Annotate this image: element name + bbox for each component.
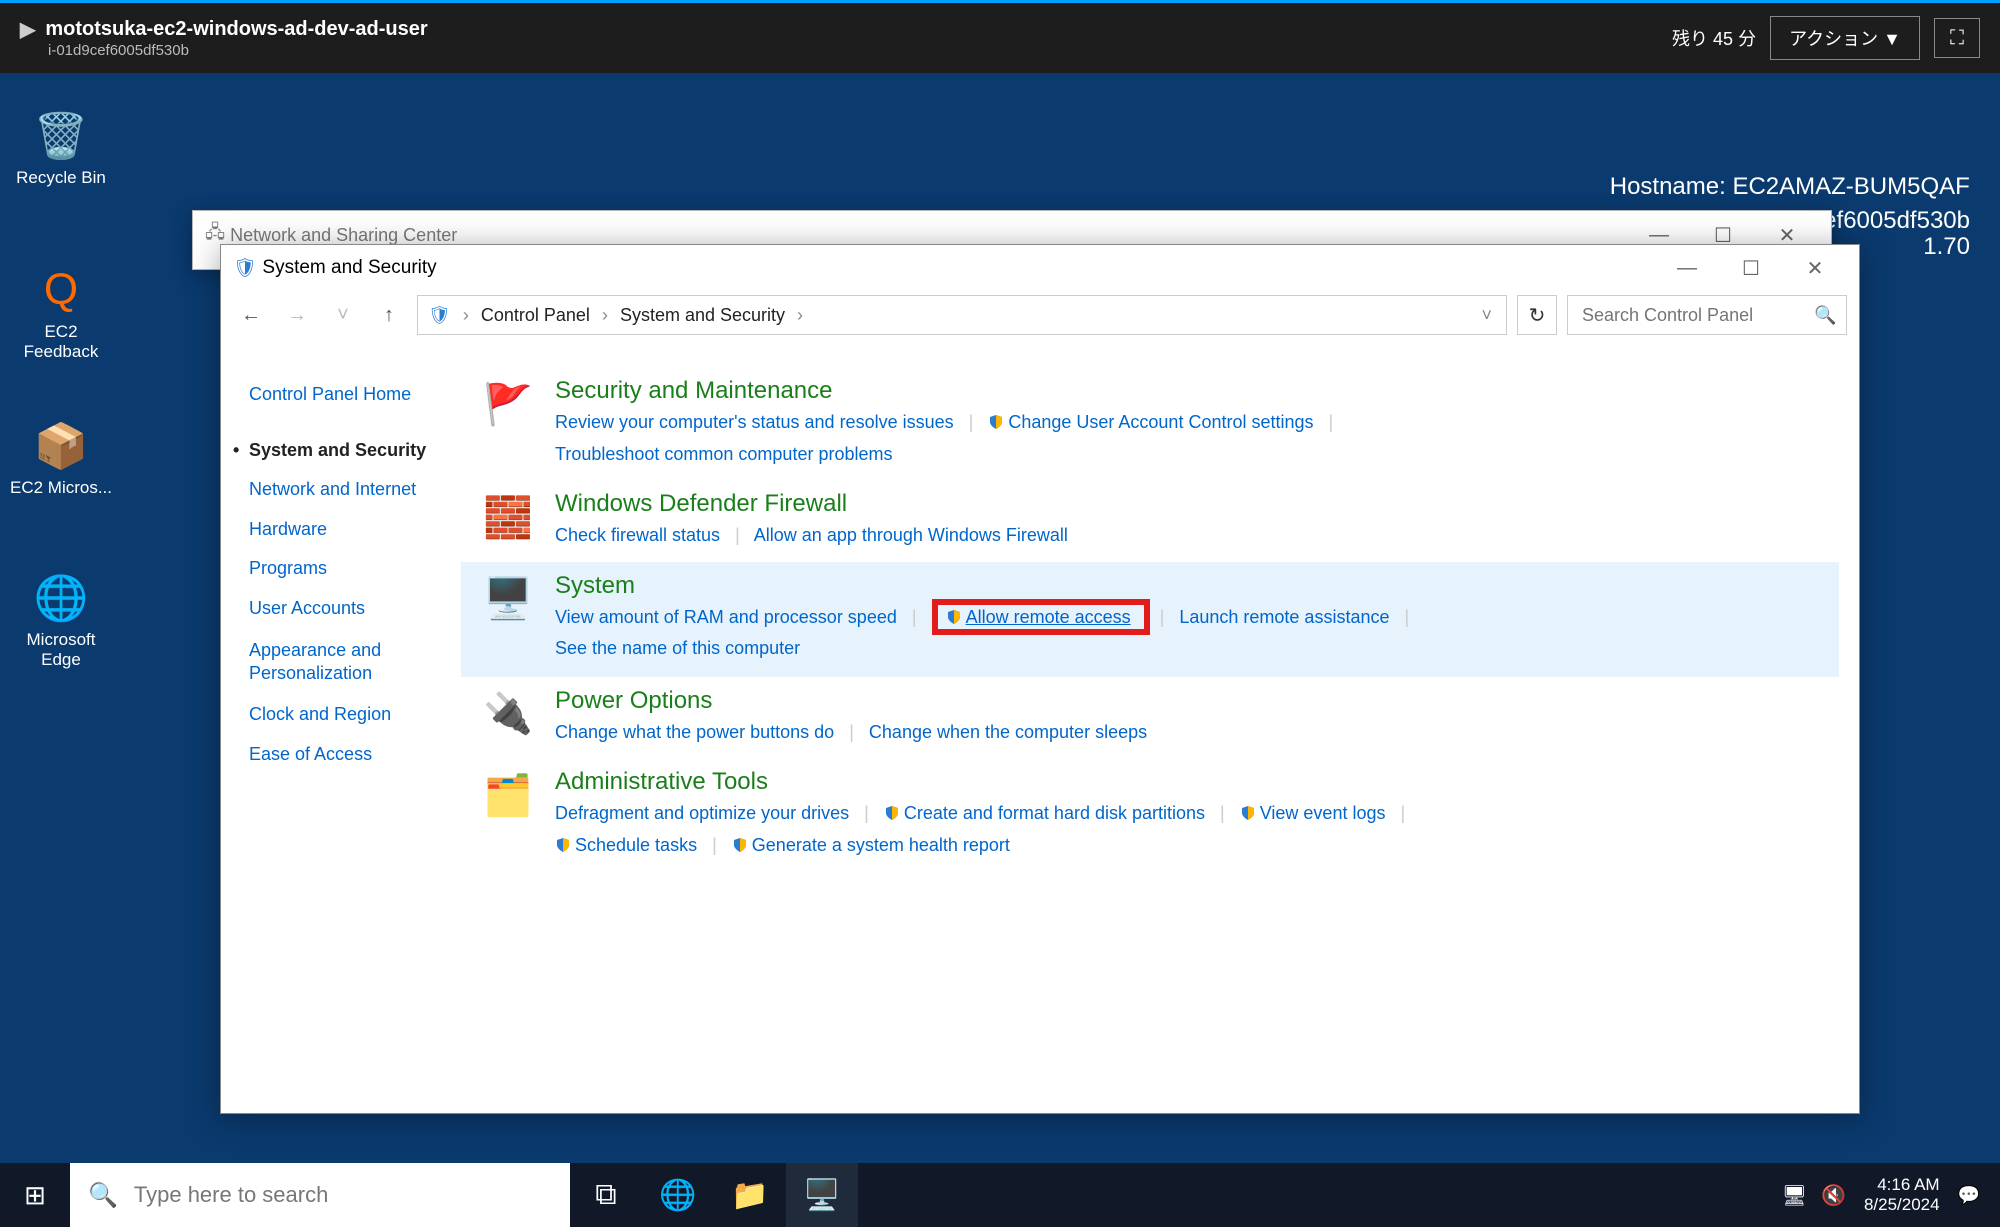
maximize-button[interactable]: ☐ [1719, 244, 1783, 292]
breadcrumb-control-panel[interactable]: Control Panel [481, 305, 590, 326]
link-review-status[interactable]: Review your computer's status and resolv… [555, 412, 954, 432]
sidebar-item-clock-region[interactable]: Clock and Region [249, 695, 459, 735]
chevron-right-icon: › [598, 305, 612, 326]
refresh-button[interactable]: ↻ [1517, 295, 1557, 335]
volume-tray-icon[interactable]: 🔇 [1821, 1183, 1846, 1208]
power-icon: 🔌 [481, 687, 535, 741]
chevron-right-icon: › [793, 305, 807, 326]
session-title: mototsuka-ec2-windows-ad-dev-ad-user [45, 18, 427, 41]
link-system-health-report[interactable]: Generate a system health report [752, 835, 1010, 855]
category-security-maintenance: 🚩 Security and Maintenance Review your c… [471, 367, 1839, 480]
search-placeholder: Type here to search [134, 1182, 328, 1208]
ec2-feedback-icon[interactable]: Q EC2 Feedback [6, 262, 116, 362]
back-button[interactable]: ← [233, 297, 269, 333]
content-area: 🚩 Security and Maintenance Review your c… [471, 347, 1859, 1113]
taskbar-clock[interactable]: 4:16 AM 8/25/2024 [1864, 1175, 1940, 1216]
category-title[interactable]: Windows Defender Firewall [555, 490, 1839, 518]
category-power: 🔌 Power Options Change what the power bu… [471, 677, 1839, 759]
sidebar-item-programs[interactable]: Programs [249, 549, 459, 589]
recent-button[interactable]: ˅ [325, 297, 361, 333]
file-explorer-button[interactable]: 📁 [714, 1163, 786, 1227]
recycle-bin-icon[interactable]: 🗑️ Recycle Bin [6, 108, 116, 188]
highlight-box: Allow remote access [932, 599, 1150, 635]
link-computer-sleeps[interactable]: Change when the computer sleeps [869, 722, 1147, 742]
fullscreen-button[interactable]: ⛶ [1934, 18, 1980, 58]
version-overlay: 1.70 [1923, 230, 1970, 264]
category-title[interactable]: Administrative Tools [555, 768, 1839, 796]
taskbar-search[interactable]: 🔍 Type here to search [70, 1163, 570, 1227]
category-admin-tools: 🗂️ Administrative Tools Defragment and o… [471, 758, 1839, 871]
link-launch-remote-assistance[interactable]: Launch remote assistance [1179, 607, 1389, 627]
link-allow-app-firewall[interactable]: Allow an app through Windows Firewall [754, 525, 1068, 545]
start-button[interactable]: ⊞ [0, 1163, 70, 1227]
edge-taskbar-button[interactable]: 🌐 [642, 1163, 714, 1227]
sidebar-item-system-security[interactable]: System and Security [249, 431, 459, 471]
link-schedule-tasks[interactable]: Schedule tasks [575, 835, 697, 855]
link-format-partitions[interactable]: Create and format hard disk partitions [904, 803, 1205, 823]
address-box[interactable]: 🛡 › Control Panel › System and Security … [417, 295, 1507, 335]
uac-shield-icon [732, 837, 748, 853]
remaining-time: 残り 45 分 [1672, 25, 1756, 51]
search-icon: 🔍 [1814, 305, 1836, 326]
link-allow-remote-access[interactable]: Allow remote access [966, 607, 1131, 627]
sidebar-item-network[interactable]: Network and Internet [249, 470, 459, 510]
uac-shield-icon [555, 837, 571, 853]
control-panel-taskbar-button[interactable]: 🖥️ [786, 1163, 858, 1227]
chevron-right-icon: › [459, 305, 473, 326]
shield-window-icon: 🛡 [233, 256, 257, 280]
category-firewall: 🧱 Windows Defender Firewall Check firewa… [471, 480, 1839, 562]
taskbar: ⊞ 🔍 Type here to search ⧉ 🌐 📁 🖥️ 🖥 🔇 4:1… [0, 1163, 2000, 1227]
window-title: System and Security [262, 257, 436, 279]
control-panel-icon: 🛡 [428, 305, 451, 326]
firewall-icon: 🧱 [481, 490, 535, 544]
search-box[interactable]: 🔍 [1567, 295, 1847, 335]
sidebar-item-ease-of-access[interactable]: Ease of Access [249, 735, 459, 775]
microsoft-edge-icon[interactable]: 🌐 Microsoft Edge [6, 570, 116, 670]
link-event-logs[interactable]: View event logs [1260, 803, 1386, 823]
computer-icon: 🖥️ [481, 572, 535, 626]
category-title[interactable]: Security and Maintenance [555, 377, 1839, 405]
link-uac-settings[interactable]: Change User Account Control settings [1008, 412, 1313, 432]
category-title[interactable]: Power Options [555, 687, 1839, 715]
notifications-icon[interactable]: 💬 [1958, 1185, 1980, 1206]
link-check-firewall[interactable]: Check firewall status [555, 525, 720, 545]
sidebar-item-home[interactable]: Control Panel Home [249, 375, 459, 415]
uac-shield-icon [946, 609, 962, 625]
chevron-down-icon[interactable]: ˅ [1477, 305, 1496, 326]
category-title[interactable]: System [555, 572, 1839, 600]
admin-tools-icon: 🗂️ [481, 768, 535, 822]
uac-shield-icon [988, 414, 1004, 430]
category-system: 🖥️ System View amount of RAM and process… [461, 562, 1839, 677]
network-tray-icon[interactable]: 🖥 [1782, 1183, 1807, 1208]
close-button[interactable]: ✕ [1783, 244, 1847, 292]
task-view-button[interactable]: ⧉ [570, 1163, 642, 1227]
link-defragment[interactable]: Defragment and optimize your drives [555, 803, 849, 823]
search-input[interactable] [1582, 305, 1814, 326]
forward-button[interactable]: → [279, 297, 315, 333]
uac-shield-icon [884, 805, 900, 821]
sidebar: Control Panel Home System and Security N… [221, 347, 471, 1113]
instance-id: i-01d9cef6005df530b [48, 42, 428, 59]
play-icon: ▶ [20, 17, 35, 42]
flag-icon: 🚩 [481, 377, 535, 431]
uac-shield-icon [1240, 805, 1256, 821]
system-security-window: 🛡 System and Security — ☐ ✕ ← → ˅ ↑ 🛡 › … [220, 244, 1860, 1114]
link-view-ram[interactable]: View amount of RAM and processor speed [555, 607, 897, 627]
up-button[interactable]: ↑ [371, 297, 407, 333]
minimize-button[interactable]: — [1655, 244, 1719, 292]
sidebar-item-appearance[interactable]: Appearance and Personalization [249, 629, 459, 696]
action-button[interactable]: アクション ▼ [1770, 16, 1920, 60]
session-topbar: ▶ mototsuka-ec2-windows-ad-dev-ad-user i… [0, 0, 2000, 73]
link-computer-name[interactable]: See the name of this computer [555, 638, 800, 658]
sidebar-item-hardware[interactable]: Hardware [249, 510, 459, 550]
breadcrumb-system-security[interactable]: System and Security [620, 305, 785, 326]
link-power-buttons[interactable]: Change what the power buttons do [555, 722, 834, 742]
ec2-micros-icon[interactable]: 📦 EC2 Micros... [6, 418, 116, 498]
search-icon: 🔍 [88, 1181, 118, 1210]
link-troubleshoot[interactable]: Troubleshoot common computer problems [555, 444, 892, 464]
network-sharing-title: Network and Sharing Center [230, 225, 457, 246]
sidebar-item-user-accounts[interactable]: User Accounts [249, 589, 459, 629]
